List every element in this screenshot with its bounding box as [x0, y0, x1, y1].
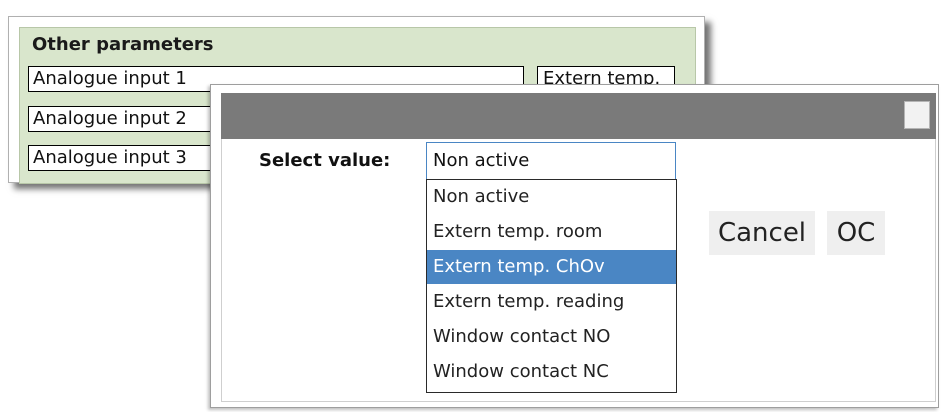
- cancel-button[interactable]: Cancel: [709, 211, 815, 255]
- panel-title: Other parameters: [32, 34, 214, 55]
- dropdown-option-non-active[interactable]: Non active: [427, 180, 676, 214]
- dropdown-option-extern-temp-room[interactable]: Extern temp. room: [427, 215, 676, 249]
- dropdown-option-window-contact-nc[interactable]: Window contact NC: [427, 355, 676, 389]
- dropdown-option-extern-temp-chov[interactable]: Extern temp. ChOv: [427, 250, 676, 284]
- param-row-analogue-input-2[interactable]: Analogue input 2: [28, 106, 228, 132]
- param-row-analogue-input-3[interactable]: Analogue input 3: [28, 145, 228, 171]
- dialog-titlebar: [221, 93, 936, 139]
- value-dropdown-list: Non active Extern temp. room Extern temp…: [426, 179, 677, 393]
- select-value-label: Select value:: [259, 150, 391, 171]
- select-value-dialog: Select value: Non active Non active Exte…: [210, 84, 939, 408]
- value-select[interactable]: Non active: [426, 142, 676, 180]
- ok-button[interactable]: OC: [827, 211, 885, 255]
- close-icon[interactable]: [904, 101, 930, 129]
- dropdown-option-window-contact-no[interactable]: Window contact NO: [427, 320, 676, 354]
- dropdown-option-extern-temp-reading[interactable]: Extern temp. reading: [427, 285, 676, 319]
